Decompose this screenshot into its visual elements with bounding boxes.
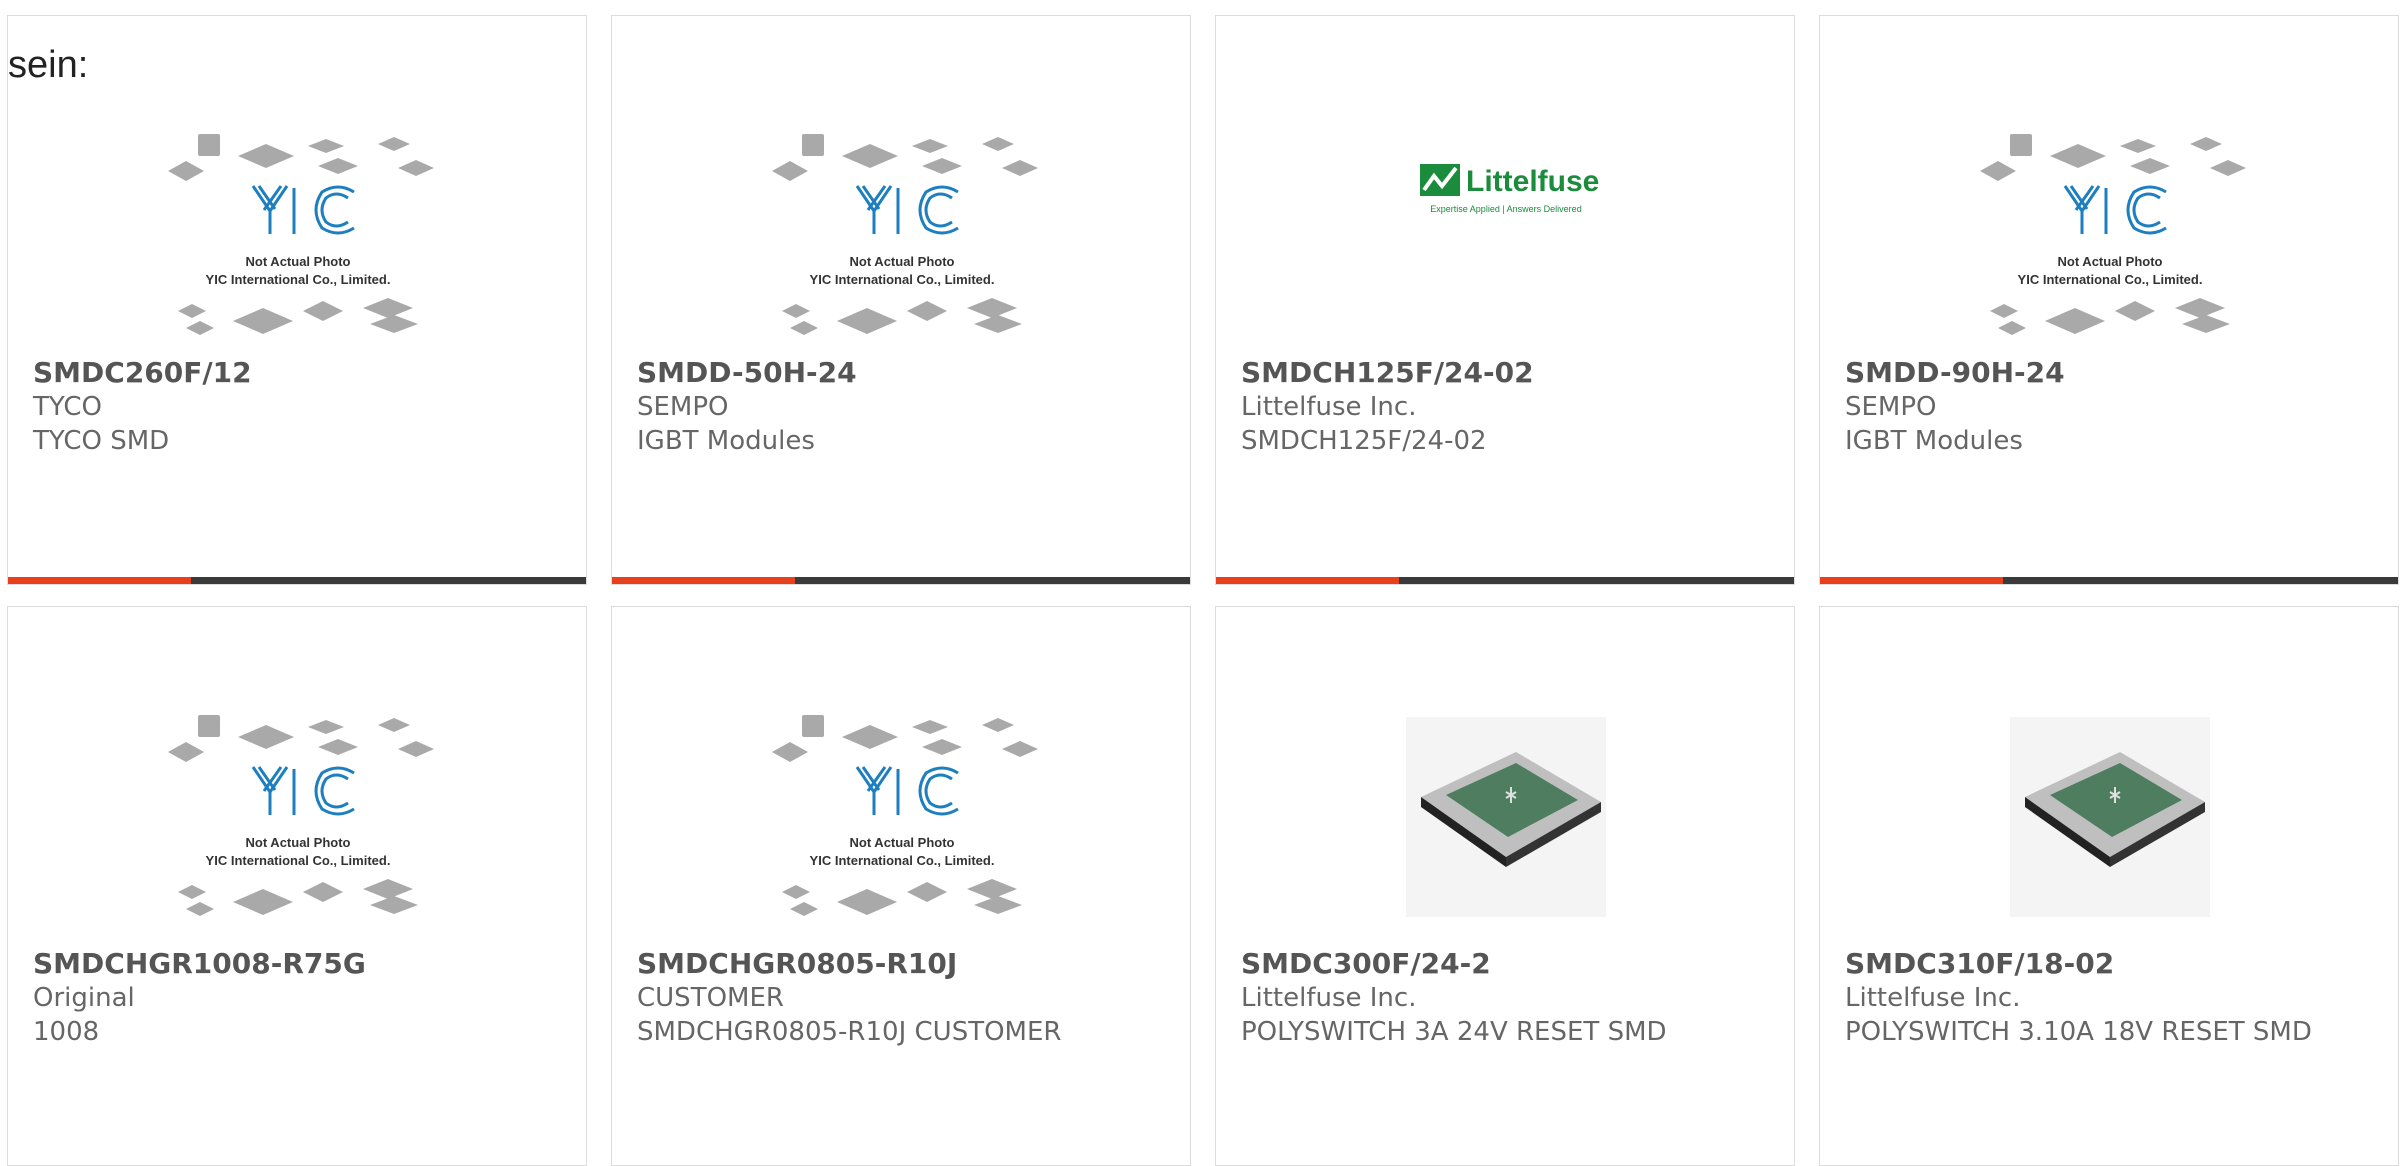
manufacturer: SEMPO [637, 392, 729, 422]
product-card[interactable]: Not Actual Photo YIC International Co., … [7, 15, 587, 585]
card-accent-bar [1820, 577, 2003, 584]
product-info: SMDCH125F/24-02 Littelfuse Inc. SMDCH125… [1241, 356, 1761, 458]
yic-placeholder-image: Not Actual Photo YIC International Co., … [168, 715, 434, 916]
product-image: Not Actual Photo YIC International Co., … [762, 687, 1042, 937]
description: TYCO SMD [33, 426, 170, 456]
part-number[interactable]: SMDCH125F/24-02 [1241, 356, 1761, 390]
product-info: SMDD-90H-24 SEMPO IGBT Modules [1845, 356, 2365, 458]
part-number[interactable]: SMDC260F/12 [33, 356, 553, 390]
product-image: Not Actual Photo YIC International Co., … [762, 106, 1042, 356]
product-card[interactable]: SMDC300F/24-2 Littelfuse Inc. POLYSWITCH… [1215, 606, 1795, 1166]
product-info: SMDC260F/12 TYCO TYCO SMD [33, 356, 553, 458]
description: POLYSWITCH 3.10A 18V RESET SMD [1845, 1017, 2312, 1047]
manufacturer: Littelfuse Inc. [1241, 983, 1417, 1013]
product-image: Littelfuse Expertise Applied | Answers D… [1366, 106, 1646, 356]
product-info: SMDD-50H-24 SEMPO IGBT Modules [637, 356, 1157, 458]
product-card[interactable]: Not Actual Photo YIC International Co., … [611, 15, 1191, 585]
product-card[interactable]: Littelfuse Expertise Applied | Answers D… [1215, 15, 1795, 585]
part-number[interactable]: SMDCHGR1008-R75G [33, 947, 553, 981]
description: SMDCHGR0805-R10J CUSTOMER [637, 1017, 1062, 1047]
card-accent-bar [1216, 577, 1399, 584]
product-grid: Not Actual Photo YIC International Co., … [0, 0, 2400, 1166]
placeholder-line1: Not Actual Photo [246, 254, 351, 269]
manufacturer: CUSTOMER [637, 983, 784, 1013]
product-info: SMDCHGR1008-R75G Original 1008 [33, 947, 553, 1049]
product-info: SMDC300F/24-2 Littelfuse Inc. POLYSWITCH… [1241, 947, 1761, 1049]
manufacturer: TYCO [33, 392, 102, 422]
product-card[interactable]: Not Actual Photo YIC International Co., … [1819, 15, 2399, 585]
card-bottom-bar [1820, 577, 2398, 584]
placeholder-line2: YIC International Co., Limited. [206, 272, 391, 287]
product-image [1970, 687, 2250, 937]
card-bottom-bar [8, 577, 586, 584]
part-number[interactable]: SMDC310F/18-02 [1845, 947, 2365, 981]
littelfuse-tagline: Expertise Applied | Answers Delivered [1430, 204, 1581, 214]
product-info: SMDCHGR0805-R10J CUSTOMER SMDCHGR0805-R1… [637, 947, 1157, 1049]
product-image: Not Actual Photo YIC International Co., … [158, 106, 438, 356]
manufacturer: SEMPO [1845, 392, 1937, 422]
littelfuse-logo-image: Littelfuse Expertise Applied | Answers D… [1420, 164, 1599, 214]
placeholder-line1: Not Actual Photo [850, 835, 955, 850]
description: POLYSWITCH 3A 24V RESET SMD [1241, 1017, 1667, 1047]
description: IGBT Modules [1845, 426, 2023, 456]
yic-placeholder-image: Not Actual Photo YIC International Co., … [772, 134, 1038, 335]
smd-fuse-photo [2010, 717, 2210, 917]
product-card[interactable]: Not Actual Photo YIC International Co., … [611, 606, 1191, 1166]
yic-placeholder-image: Not Actual Photo YIC International Co., … [168, 134, 434, 335]
placeholder-line1: Not Actual Photo [2058, 254, 2163, 269]
placeholder-line2: YIC International Co., Limited. [810, 853, 995, 868]
part-number[interactable]: SMDC300F/24-2 [1241, 947, 1761, 981]
placeholder-line1: Not Actual Photo [850, 254, 955, 269]
product-image: Not Actual Photo YIC International Co., … [1970, 106, 2250, 356]
yic-placeholder-image: Not Actual Photo YIC International Co., … [772, 715, 1038, 916]
placeholder-line2: YIC International Co., Limited. [810, 272, 995, 287]
card-bottom-bar [612, 577, 1190, 584]
lead-text: sein: [8, 44, 89, 86]
card-bottom-bar [1216, 577, 1794, 584]
placeholder-line2: YIC International Co., Limited. [206, 853, 391, 868]
product-image: Not Actual Photo YIC International Co., … [158, 687, 438, 937]
manufacturer: Littelfuse Inc. [1845, 983, 2021, 1013]
card-accent-bar [612, 577, 795, 584]
part-number[interactable]: SMDD-90H-24 [1845, 356, 2365, 390]
part-number[interactable]: SMDCHGR0805-R10J [637, 947, 1157, 981]
product-card[interactable]: Not Actual Photo YIC International Co., … [7, 606, 587, 1166]
placeholder-line2: YIC International Co., Limited. [2018, 272, 2203, 287]
littelfuse-wordmark: Littelfuse [1466, 165, 1599, 198]
product-card[interactable]: SMDC310F/18-02 Littelfuse Inc. POLYSWITC… [1819, 606, 2399, 1166]
smd-fuse-photo [1406, 717, 1606, 917]
card-accent-bar [8, 577, 191, 584]
placeholder-line1: Not Actual Photo [246, 835, 351, 850]
yic-placeholder-image: Not Actual Photo YIC International Co., … [1980, 134, 2246, 335]
description: IGBT Modules [637, 426, 815, 456]
product-image [1366, 687, 1646, 937]
description: 1008 [33, 1017, 100, 1047]
part-number[interactable]: SMDD-50H-24 [637, 356, 1157, 390]
product-info: SMDC310F/18-02 Littelfuse Inc. POLYSWITC… [1845, 947, 2365, 1049]
manufacturer: Littelfuse Inc. [1241, 392, 1417, 422]
manufacturer: Original [33, 983, 135, 1013]
description: SMDCH125F/24-02 [1241, 426, 1487, 456]
